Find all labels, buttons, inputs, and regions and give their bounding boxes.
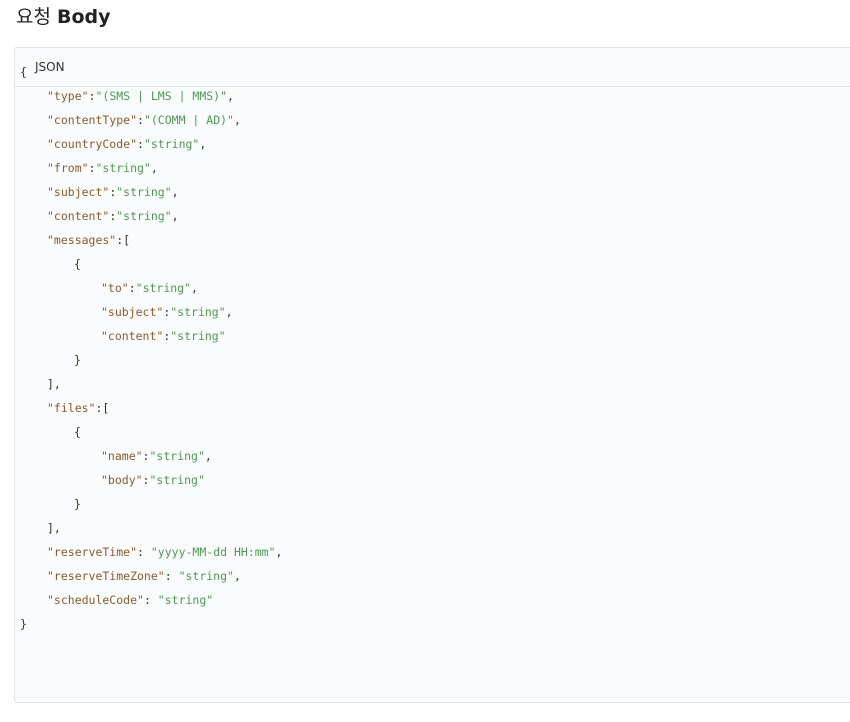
json-value: "string" — [170, 329, 226, 343]
json-trail: , — [199, 137, 207, 151]
json-trail: , — [191, 281, 198, 295]
code-line: "content":"string" — [20, 324, 282, 348]
json-key: "name" — [101, 449, 143, 463]
json-value: "yyyy-MM-dd HH:mm" — [150, 545, 276, 559]
json-value: "string" — [116, 209, 172, 223]
code-line: } — [20, 612, 282, 636]
json-trail: , — [233, 113, 241, 127]
close-brace: } — [20, 617, 27, 631]
json-value: "string" — [149, 473, 205, 487]
code-line: "countryCode":"string", — [20, 132, 282, 156]
code-block[interactable]: { "type":"(SMS | LMS | MMS)", "contentTy… — [20, 60, 282, 636]
code-line: "name":"string", — [20, 444, 282, 468]
json-trail: , — [227, 89, 234, 103]
json-trail: , — [204, 449, 212, 463]
json-key: "reserveTime" — [47, 545, 138, 559]
json-key: "contentType" — [47, 113, 138, 127]
json-value: "(SMS | LMS | MMS)" — [95, 89, 228, 103]
code-line: } — [20, 348, 282, 372]
json-key: "subject" — [101, 305, 164, 319]
json-sep: : — [137, 113, 144, 127]
code-line: { — [20, 420, 282, 444]
code-line: "type":"(SMS | LMS | MMS)", — [20, 84, 282, 108]
code-line: "from":"string", — [20, 156, 282, 180]
json-key: "content" — [101, 329, 164, 343]
json-value: "string" — [143, 137, 200, 151]
code-line: { — [20, 60, 282, 84]
json-sep: : — [164, 569, 179, 583]
code-line: ], — [20, 372, 282, 396]
json-value: "string" — [116, 185, 172, 199]
array-open: :[ — [95, 401, 110, 415]
json-key: "reserveTimeZone" — [47, 569, 165, 583]
json-key: "type" — [47, 89, 89, 103]
code-line: "messages":[ — [20, 228, 282, 252]
code-line: "content":"string", — [20, 204, 282, 228]
code-line: "body":"string" — [20, 468, 282, 492]
array-open: :[ — [116, 233, 131, 247]
code-line: "files":[ — [20, 396, 282, 420]
json-value: "(COMM | AD)" — [143, 113, 234, 127]
title-prefix: 요청 — [16, 6, 51, 28]
json-value: "string" — [135, 281, 192, 295]
json-key: "subject" — [47, 185, 110, 199]
json-key: "countryCode" — [47, 137, 138, 151]
json-sep: : — [143, 593, 158, 607]
object-open: { — [74, 425, 81, 439]
code-line: "reserveTime": "yyyy-MM-dd HH:mm", — [20, 540, 282, 564]
array-close: ], — [47, 377, 61, 391]
json-value: "string" — [170, 305, 226, 319]
code-line: } — [20, 492, 282, 516]
array-close: ], — [47, 521, 61, 535]
json-key: "files" — [47, 401, 96, 415]
json-trail: , — [171, 185, 179, 199]
json-key: "content" — [47, 209, 110, 223]
json-trail: , — [225, 305, 233, 319]
open-brace: { — [20, 65, 27, 79]
title-bold: Body — [57, 6, 111, 28]
json-trail: , — [233, 569, 241, 583]
json-key: "from" — [47, 161, 89, 175]
code-line: "subject":"string", — [20, 300, 282, 324]
code-line: "to":"string", — [20, 276, 282, 300]
code-line: "reserveTimeZone": "string", — [20, 564, 282, 588]
json-key: "body" — [101, 473, 143, 487]
json-key: "to" — [101, 281, 129, 295]
json-key: "messages" — [47, 233, 117, 247]
json-value: "string" — [178, 569, 234, 583]
json-trail: , — [275, 545, 283, 559]
object-close: } — [74, 497, 81, 511]
json-value: "string" — [149, 449, 205, 463]
json-sep: : — [128, 281, 136, 295]
json-sep: : — [137, 545, 151, 559]
code-line: { — [20, 252, 282, 276]
json-trail: , — [150, 161, 158, 175]
json-key: "scheduleCode" — [47, 593, 144, 607]
json-value: "string" — [95, 161, 151, 175]
code-line: "contentType":"(COMM | AD)", — [20, 108, 282, 132]
section-title: 요청 Body — [16, 4, 111, 30]
code-line: ], — [20, 516, 282, 540]
code-line: "subject":"string", — [20, 180, 282, 204]
json-trail: , — [171, 209, 179, 223]
object-close: } — [74, 353, 81, 367]
code-line: "scheduleCode": "string" — [20, 588, 282, 612]
object-open: { — [74, 257, 81, 271]
json-value: "string" — [157, 593, 214, 607]
json-sep: : — [137, 137, 144, 151]
